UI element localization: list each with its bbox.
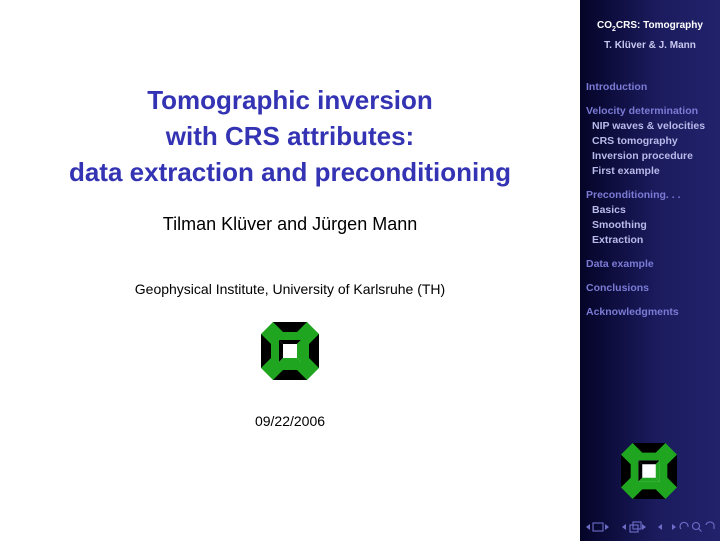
date: 09/22/2006 xyxy=(254,413,326,429)
sidebar-nav: Introduction Velocity determination NIP wa… xyxy=(586,80,705,320)
sidebar-item[interactable]: Acknowledgments xyxy=(586,305,705,320)
slide-content: Tomographic inversion with CRS attribute… xyxy=(0,0,580,541)
beamer-navigation-icons[interactable] xyxy=(582,519,718,535)
university-logo-icon xyxy=(261,322,319,380)
sidebar-logo-icon xyxy=(621,443,677,499)
sidebar-subitem[interactable]: Smoothing xyxy=(586,218,705,233)
sidebar-title-post: CRS: Tomography xyxy=(615,20,703,31)
authors: Tilman Klüver and Jürgen Mann xyxy=(162,214,418,234)
sidebar-authors[interactable]: T. Klüver & J. Mann xyxy=(580,40,720,51)
institute: Geophysical Institute, University of Kar… xyxy=(134,281,446,297)
sidebar-subitem[interactable]: First example xyxy=(586,164,705,179)
sidebar-item[interactable]: Data example xyxy=(586,257,705,272)
sidebar-item[interactable]: Preconditioning. . . xyxy=(586,188,705,203)
sidebar-item[interactable]: Introduction xyxy=(586,80,705,95)
slide-title: Tomographic inversion with CRS attribute… xyxy=(0,82,580,190)
title-line-2: with CRS attributes: xyxy=(165,121,415,151)
sidebar-title[interactable]: CO2CRS: Tomography xyxy=(580,20,720,33)
sidebar-title-pre: CO xyxy=(597,20,613,31)
sidebar-subitem[interactable]: NIP waves & velocities xyxy=(586,119,705,134)
sidebar-item[interactable]: Velocity determination xyxy=(586,104,705,119)
title-line-3: data extraction and preconditioning xyxy=(68,157,512,187)
title-line-1: Tomographic inversion xyxy=(147,85,433,115)
sidebar-subitem[interactable]: Inversion procedure xyxy=(586,149,705,164)
sidebar-item[interactable]: Conclusions xyxy=(586,281,705,296)
sidebar-subitem[interactable]: Basics xyxy=(586,203,705,218)
sidebar-subitem[interactable]: CRS tomography xyxy=(586,134,705,149)
sidebar-subitem[interactable]: Extraction xyxy=(586,233,705,248)
